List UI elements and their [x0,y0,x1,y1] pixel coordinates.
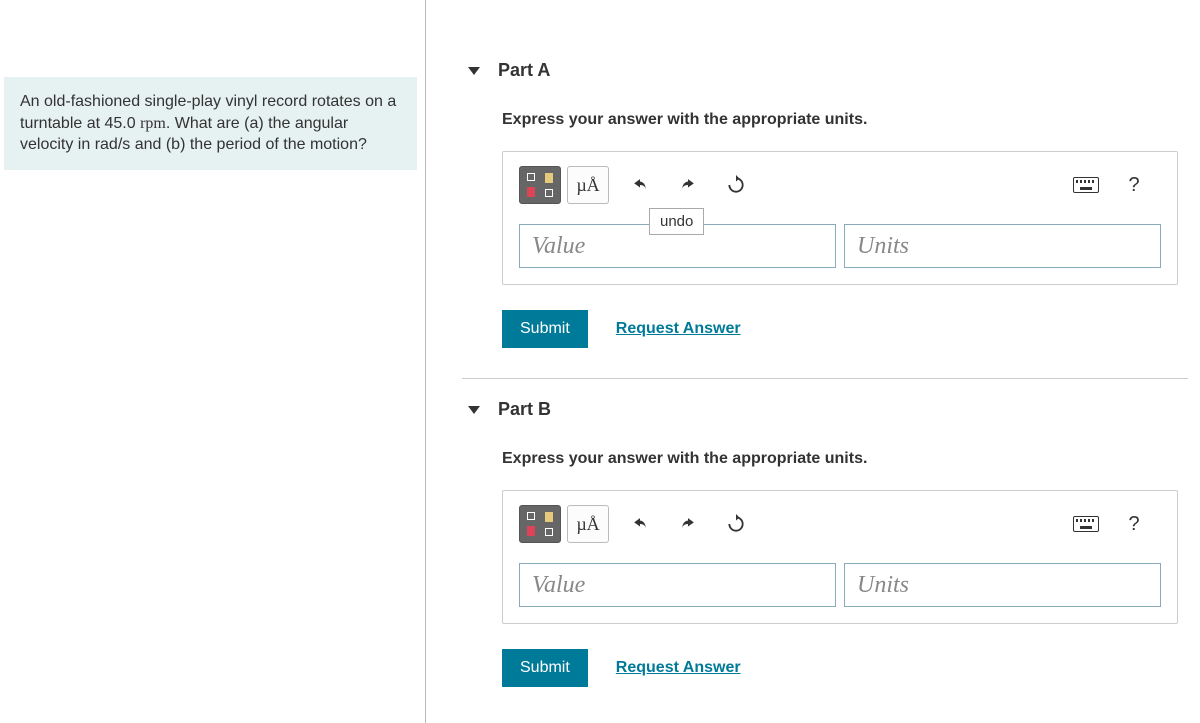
keyboard-icon [1073,177,1099,193]
reset-icon [726,175,746,195]
part-b-section: Part B Express your answer with the appr… [462,379,1188,717]
help-icon: ? [1128,513,1139,536]
redo-icon [678,514,698,534]
symbols-button[interactable]: µÅ [567,505,609,543]
reset-icon [726,514,746,534]
part-a-header[interactable]: Part A [462,40,1188,101]
part-a-body: Express your answer with the appropriate… [462,101,1188,378]
redo-button[interactable] [667,505,709,543]
part-b-toolbar: µÅ [519,505,1161,543]
keyboard-button[interactable] [1065,166,1107,204]
reset-button[interactable] [715,166,757,204]
mu-angstrom-icon: µÅ [576,175,599,196]
redo-button[interactable] [667,166,709,204]
redo-icon [678,175,698,195]
question-text: An old-fashioned single-play vinyl recor… [4,77,417,170]
keyboard-button[interactable] [1065,505,1107,543]
help-button[interactable]: ? [1113,505,1155,543]
templates-icon [527,173,553,197]
question-rpm: rpm [140,115,166,132]
templates-button[interactable] [519,505,561,543]
part-a-submit-button[interactable]: Submit [502,310,588,348]
chevron-down-icon [468,406,480,414]
symbols-button[interactable]: µÅ [567,166,609,204]
keyboard-icon [1073,516,1099,532]
part-a-instruction: Express your answer with the appropriate… [502,111,1178,129]
undo-button[interactable] [619,166,661,204]
part-b-value-input[interactable] [519,563,836,607]
templates-icon [527,512,553,536]
part-a-section: Part A Express your answer with the appr… [462,40,1188,378]
help-icon: ? [1128,174,1139,197]
mu-angstrom-icon: µÅ [576,514,599,535]
templates-button[interactable] [519,166,561,204]
part-a-title: Part A [498,60,550,81]
reset-button[interactable] [715,505,757,543]
part-b-submit-button[interactable]: Submit [502,649,588,687]
part-a-request-answer-link[interactable]: Request Answer [616,320,741,338]
part-a-toolbar: µÅ [519,166,1161,204]
part-b-body: Express your answer with the appropriate… [462,440,1188,717]
chevron-down-icon [468,67,480,75]
part-b-title: Part B [498,399,551,420]
part-a-answer-box: µÅ [502,151,1178,285]
part-b-header[interactable]: Part B [462,379,1188,440]
part-b-request-answer-link[interactable]: Request Answer [616,659,741,677]
part-b-units-input[interactable] [844,563,1161,607]
undo-button[interactable] [619,505,661,543]
part-b-answer-box: µÅ [502,490,1178,624]
undo-icon [630,175,650,195]
part-b-instruction: Express your answer with the appropriate… [502,450,1178,468]
undo-tooltip: undo [649,208,704,235]
part-a-units-input[interactable] [844,224,1161,268]
help-button[interactable]: ? [1113,166,1155,204]
undo-icon [630,514,650,534]
